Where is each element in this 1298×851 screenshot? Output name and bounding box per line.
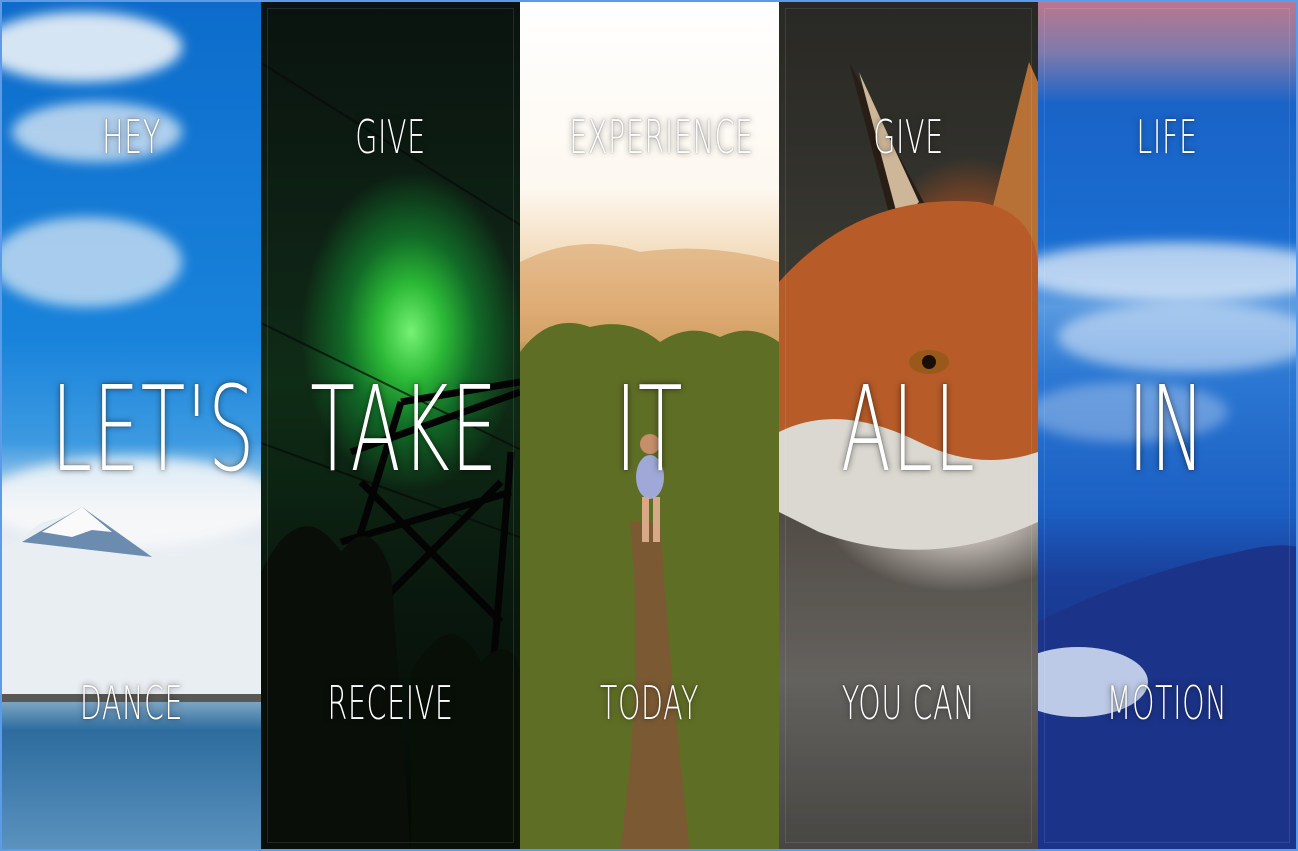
accordion-gallery: HEY LET'S DANCE GIVE TAKE RECEIVE EXPERI… <box>0 0 1298 851</box>
panel-bottom-word: RECEIVE <box>327 676 454 730</box>
panel-main-word: IN <box>1127 360 1207 498</box>
panel-main-word: IT <box>615 360 684 498</box>
cloud-decoration <box>2 12 182 82</box>
gallery-panel-2[interactable]: GIVE TAKE RECEIVE <box>261 2 520 849</box>
panel-main-word: ALL <box>840 360 977 498</box>
panel-top-word: EXPERIENCE <box>569 110 754 164</box>
panel-top-word: GIVE <box>873 110 944 164</box>
mountain-illustration <box>2 507 261 702</box>
panel-top-word: HEY <box>102 110 161 164</box>
ridge-trail-illustration <box>520 244 779 849</box>
gallery-panel-5[interactable]: LIFE IN MOTION <box>1038 2 1296 849</box>
cloud-decoration <box>2 217 182 307</box>
panel-top-word: GIVE <box>355 110 426 164</box>
panel-top-word: LIFE <box>1136 110 1198 164</box>
panel-bottom-word: TODAY <box>599 676 700 730</box>
gallery-panel-1[interactable]: HEY LET'S DANCE <box>2 2 261 849</box>
gallery-panel-4[interactable]: GIVE ALL YOU CAN <box>779 2 1038 849</box>
panel-bottom-word: YOU CAN <box>841 676 976 730</box>
panel-bottom-word: DANCE <box>79 676 184 730</box>
cloud-decoration <box>1038 242 1296 302</box>
panel-main-word: TAKE <box>310 360 499 498</box>
panel-main-word: LET'S <box>51 360 256 498</box>
gallery-panel-3[interactable]: EXPERIENCE IT TODAY <box>520 2 779 849</box>
panel-bottom-word: MOTION <box>1106 676 1228 730</box>
